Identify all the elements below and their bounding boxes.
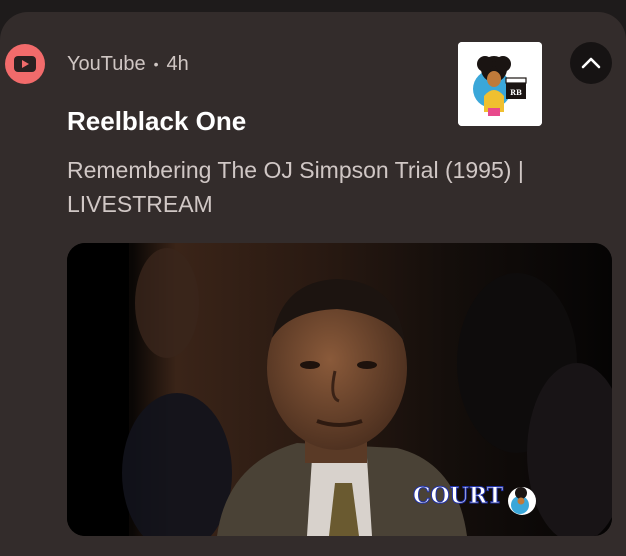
video-frame-image: COURT xyxy=(67,243,612,536)
youtube-play-icon xyxy=(14,56,36,72)
video-caption: COURT xyxy=(413,483,504,509)
notification-text: Remembering The OJ Simpson Trial (1995) … xyxy=(67,157,524,217)
channel-title: Reelblack One xyxy=(67,106,247,136)
youtube-app-icon xyxy=(5,44,45,84)
notification-card[interactable]: YouTube • 4h RB Reelblack One Rememberin… xyxy=(0,12,626,556)
app-name: YouTube xyxy=(67,52,146,75)
logo-badge-text: RB xyxy=(510,88,522,97)
timestamp: 4h xyxy=(166,52,189,75)
channel-avatar-thumbnail[interactable]: RB xyxy=(458,42,542,126)
video-thumbnail[interactable]: COURT xyxy=(67,243,612,536)
separator-dot: • xyxy=(153,56,159,72)
reelblack-logo-icon: RB xyxy=(458,42,542,126)
chevron-up-icon xyxy=(581,57,601,69)
notification-header: YouTube • 4h xyxy=(67,52,189,76)
collapse-button[interactable] xyxy=(570,42,612,84)
